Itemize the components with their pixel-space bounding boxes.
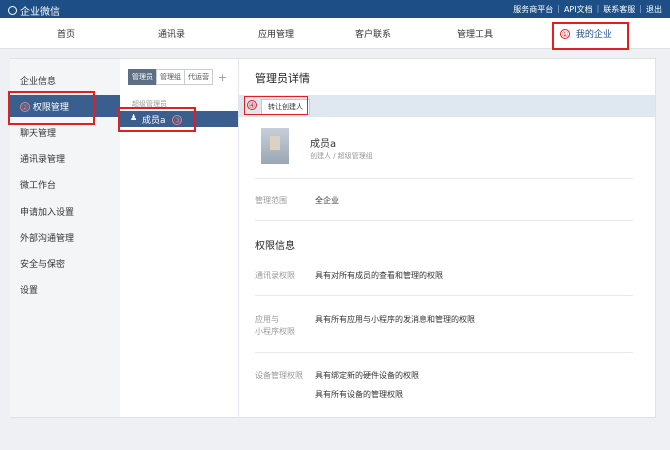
sidebar-item-security[interactable]: 安全与保密 bbox=[20, 257, 65, 270]
api-docs-link[interactable]: API文档 bbox=[564, 4, 593, 15]
tab-operators[interactable]: 代运营 bbox=[184, 69, 213, 85]
page-title: 管理员详情 bbox=[255, 72, 310, 85]
sidebar-item-workbench[interactable]: 微工作台 bbox=[20, 178, 56, 191]
section-title: 权限信息 bbox=[255, 241, 295, 252]
sidebar-item-join-settings[interactable]: 申请加入设置 bbox=[20, 205, 74, 218]
top-links: 服务商平台 | API文档 | 联系客服 | 退出 bbox=[513, 4, 662, 15]
contact-support-link[interactable]: 联系客服 bbox=[603, 4, 635, 15]
tab-admin-groups[interactable]: 管理组 bbox=[156, 69, 185, 85]
scope-value: 全企业 bbox=[315, 196, 339, 205]
app-logo[interactable]: 企业微信 bbox=[8, 3, 60, 18]
footer-area bbox=[0, 424, 670, 450]
service-provider-link[interactable]: 服务商平台 bbox=[513, 4, 553, 15]
nav-contacts[interactable]: 通讯录 bbox=[158, 27, 185, 40]
permission-value-devices-2: 具有所有设备的管理权限 bbox=[315, 390, 403, 399]
scope-label: 管理范围 bbox=[255, 196, 287, 205]
wecom-logo-icon bbox=[8, 6, 17, 15]
admin-name: 成员a bbox=[310, 139, 337, 150]
tab-admins[interactable]: 管理员 bbox=[128, 69, 157, 85]
annotation-box-1 bbox=[552, 22, 629, 50]
sidebar-item-chat[interactable]: 聊天管理 bbox=[20, 126, 56, 139]
sidebar-item-contacts-mgmt[interactable]: 通讯录管理 bbox=[20, 152, 65, 165]
logout-link[interactable]: 退出 bbox=[646, 4, 662, 15]
divider bbox=[255, 295, 633, 296]
top-bar: 企业微信 服务商平台 | API文档 | 联系客服 | 退出 bbox=[0, 0, 670, 18]
nav-customer[interactable]: 客户联系 bbox=[355, 27, 391, 40]
permission-value-contacts: 具有对所有成员的查看和管理的权限 bbox=[315, 271, 443, 280]
divider bbox=[255, 352, 633, 353]
permission-label-devices: 设备管理权限 bbox=[255, 371, 303, 380]
sidebar-item-settings[interactable]: 设置 bbox=[20, 283, 38, 296]
divider: | bbox=[557, 4, 560, 13]
divider bbox=[255, 220, 633, 221]
sidebar-item-enterprise-info[interactable]: 企业信息 bbox=[20, 74, 56, 87]
divider: | bbox=[596, 4, 600, 13]
divider bbox=[255, 178, 633, 179]
annotation-box-4 bbox=[244, 96, 308, 115]
divider: | bbox=[639, 4, 642, 13]
permission-label-contacts: 通讯录权限 bbox=[255, 271, 295, 280]
add-icon[interactable]: + bbox=[218, 71, 227, 84]
permission-label-apps: 应用与 小程序权限 bbox=[255, 315, 295, 336]
permission-value-apps: 具有所有应用与小程序的发消息和管理的权限 bbox=[315, 315, 475, 324]
annotation-box-3 bbox=[118, 107, 196, 132]
sidebar-item-external[interactable]: 外部沟通管理 bbox=[20, 231, 74, 244]
nav-home[interactable]: 首页 bbox=[57, 27, 75, 40]
avatar bbox=[261, 128, 289, 164]
nav-apps[interactable]: 应用管理 bbox=[258, 27, 294, 40]
app-logo-text: 企业微信 bbox=[20, 7, 60, 18]
nav-tools[interactable]: 管理工具 bbox=[457, 27, 493, 40]
annotation-box-2 bbox=[8, 91, 95, 125]
permission-value-devices-1: 具有绑定新的硬件设备的权限 bbox=[315, 371, 419, 380]
admin-tabs: 管理员 管理组 代运营 + bbox=[128, 69, 227, 85]
admin-role: 创建人 / 超级管理组 bbox=[310, 152, 373, 160]
